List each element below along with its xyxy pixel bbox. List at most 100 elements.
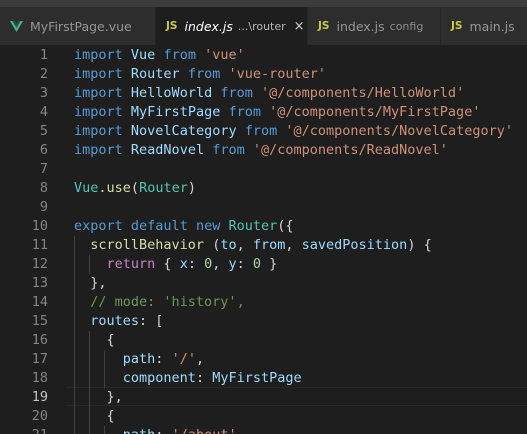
line-number: 20 <box>31 408 48 424</box>
code-token: from <box>163 47 196 63</box>
code-line[interactable]: import HelloWorld from '@/components/Hel… <box>74 84 464 103</box>
code-token: : <box>155 427 171 434</box>
code-token: Router <box>228 218 278 234</box>
code-area[interactable]: import Vue from 'vue' import Router from … <box>74 45 527 434</box>
code-token: '@/components/NovelCategory' <box>285 123 513 139</box>
code-token: return <box>106 256 156 272</box>
tab-myfirstpage-vue[interactable]: MyFirstPage.vue <box>0 7 156 45</box>
code-token: ( <box>204 237 221 253</box>
tab-filename: index.js <box>336 18 385 34</box>
code-token: NovelCategory <box>130 123 237 139</box>
code-token: default <box>130 218 188 234</box>
code-token: import <box>74 123 123 139</box>
code-token: : <box>187 256 205 272</box>
code-token: }, <box>74 389 123 405</box>
code-token: { <box>74 408 115 424</box>
code-token: 'vue-router' <box>228 66 327 82</box>
tab-index-js-config[interactable]: JS index.js config <box>308 7 441 45</box>
code-line[interactable]: import Vue from 'vue' <box>74 46 245 65</box>
code-token: savedPosition <box>301 237 408 253</box>
code-line[interactable]: { <box>74 331 115 350</box>
tab-filename: main.js <box>469 18 515 34</box>
code-line[interactable]: Vue.use(Router) <box>74 179 196 198</box>
code-token: 0 <box>252 256 262 272</box>
code-token: '@/components/ReadNovel' <box>252 142 448 158</box>
line-number: 3 <box>39 85 48 101</box>
code-line[interactable]: }, <box>74 274 106 293</box>
code-token: import <box>74 104 123 120</box>
editor-tab-bar: MyFirstPage.vue JS index.js ...\router × JS in… <box>0 7 527 45</box>
code-token: component <box>122 370 196 386</box>
code-token: import <box>74 66 123 82</box>
code-line[interactable]: import ReadNovel from '@/components/Read… <box>74 141 448 160</box>
line-number: 2 <box>39 66 48 82</box>
line-number: 16 <box>31 332 48 348</box>
tab-main-js[interactable]: JS main.js <box>441 7 527 45</box>
code-token: ({ <box>277 218 294 234</box>
line-number: 7 <box>39 161 48 177</box>
code-token: from <box>212 142 245 158</box>
line-number: 4 <box>39 104 48 120</box>
code-line[interactable]: { <box>74 407 115 426</box>
code-token: : <box>195 370 213 386</box>
code-token: x <box>179 256 188 272</box>
tab-filename: index.js <box>184 18 233 34</box>
code-token: 'vue' <box>204 47 245 63</box>
code-token: import <box>74 142 123 158</box>
close-icon[interactable]: × <box>294 19 305 34</box>
tab-index-js-router[interactable]: JS index.js ...\router × <box>156 7 308 45</box>
code-token: , <box>195 351 205 367</box>
indent-guide <box>104 350 106 388</box>
code-line[interactable]: // mode: 'history', <box>74 293 245 312</box>
code-line[interactable]: return { x: 0, y: 0 } <box>74 255 278 274</box>
js-icon: JS <box>318 20 330 32</box>
code-editor[interactable]: 123456789101112131415161718192021 import… <box>0 45 527 434</box>
code-line[interactable]: scrollBehavior (to, from, savedPosition)… <box>74 236 431 255</box>
code-token: y <box>228 256 237 272</box>
code-token: HelloWorld <box>130 85 213 101</box>
code-line[interactable]: }, <box>74 388 123 407</box>
line-number: 18 <box>31 370 48 386</box>
code-line[interactable]: component: MyFirstPage <box>74 369 302 388</box>
code-line[interactable]: path: '/', <box>74 350 204 369</box>
code-line[interactable]: routes: [ <box>74 312 163 331</box>
code-line[interactable]: import Router from 'vue-router' <box>74 65 326 84</box>
code-token: '/about' <box>172 427 237 434</box>
line-number: 12 <box>31 256 48 272</box>
code-token: // mode: 'history', <box>90 294 245 310</box>
line-number-gutter: 123456789101112131415161718192021 <box>0 45 62 434</box>
code-token: path <box>123 427 156 434</box>
line-number: 9 <box>39 199 48 215</box>
code-token: scrollBehavior <box>90 237 205 253</box>
code-token: from <box>220 85 253 101</box>
indent-guide <box>89 255 91 274</box>
code-token: MyFirstPage <box>130 104 221 120</box>
code-line[interactable]: path: '/about', <box>74 426 245 434</box>
code-token: Vue <box>130 47 156 63</box>
code-token: new <box>195 218 221 234</box>
line-number: 1 <box>39 47 48 63</box>
code-token: to <box>220 237 237 253</box>
code-line[interactable]: import MyFirstPage from '@/components/My… <box>74 103 480 122</box>
code-token: { <box>155 256 180 272</box>
code-line[interactable]: import NovelCategory from '@/components/… <box>74 122 513 141</box>
code-line[interactable]: export default new Router({ <box>74 217 294 236</box>
code-token: 0 <box>204 256 213 272</box>
